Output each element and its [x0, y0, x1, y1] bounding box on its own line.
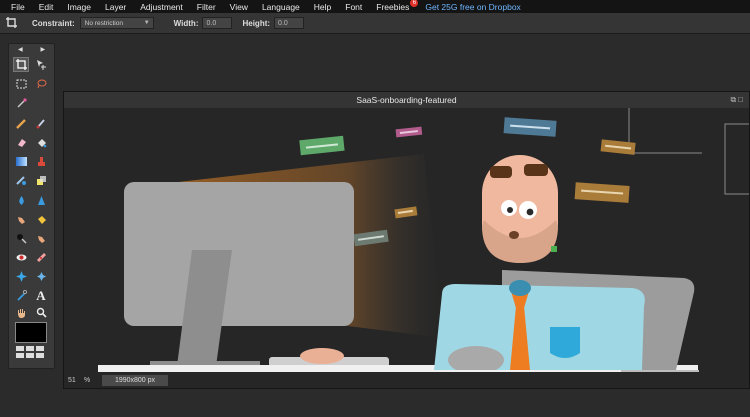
- menu-bar: File Edit Image Layer Adjustment Filter …: [0, 0, 750, 13]
- foreground-color-swatch[interactable]: [15, 322, 47, 343]
- arrow-right-icon[interactable]: ▶: [40, 46, 45, 53]
- pencil-tool-icon[interactable]: [13, 116, 29, 131]
- brush-tool-icon[interactable]: [33, 116, 49, 131]
- canvas[interactable]: [64, 108, 749, 372]
- image-dimensions: 1990x800 px: [102, 374, 168, 386]
- menu-file[interactable]: File: [0, 2, 32, 12]
- arrow-left-icon[interactable]: ◀: [18, 46, 23, 53]
- dodge-tool-icon[interactable]: [13, 231, 29, 246]
- color-picker-icon[interactable]: [13, 288, 29, 303]
- menu-layer[interactable]: Layer: [98, 2, 133, 12]
- document-window: SaaS-onboarding-featured ⧉□ 51 % 1990x80…: [63, 91, 750, 389]
- status-bar: 51 % 1990x800 px: [64, 372, 749, 388]
- menu-adjustment[interactable]: Adjustment: [133, 2, 190, 12]
- constraint-value: No restriction: [84, 19, 123, 27]
- menu-image[interactable]: Image: [60, 2, 98, 12]
- blur-tool-icon[interactable]: [13, 193, 29, 208]
- height-field[interactable]: 0.0: [274, 17, 305, 29]
- menu-filter[interactable]: Filter: [190, 2, 223, 12]
- tool-panel: ◀ ▶ A: [8, 43, 55, 369]
- hand-tool-icon[interactable]: [13, 305, 29, 320]
- drawing-tool-icon[interactable]: [33, 173, 49, 188]
- sharpen-tool-icon[interactable]: [33, 193, 49, 208]
- menu-edit[interactable]: Edit: [32, 2, 61, 12]
- layout-grid-icon[interactable]: [16, 346, 46, 358]
- zoom-tool-icon[interactable]: [33, 305, 49, 320]
- eraser-tool-icon[interactable]: [13, 135, 29, 150]
- red-eye-tool-icon[interactable]: [13, 250, 29, 265]
- dropbox-promo-link[interactable]: Get 25G free on Dropbox: [416, 2, 527, 12]
- width-field[interactable]: 0.0: [202, 17, 233, 29]
- constraint-label: Constraint:: [32, 18, 75, 28]
- sponge-tool-icon[interactable]: [33, 212, 49, 227]
- menu-view[interactable]: View: [223, 2, 255, 12]
- smudge-tool-icon[interactable]: [13, 212, 29, 227]
- spot-heal-tool-icon[interactable]: [33, 250, 49, 265]
- burn-tool-icon[interactable]: [33, 231, 49, 246]
- wand-tool-icon[interactable]: [13, 95, 29, 110]
- menu-freebies-label: Freebies: [376, 1, 410, 12]
- window-controls: ⧉□: [730, 92, 745, 108]
- close-icon[interactable]: □: [738, 95, 745, 104]
- chevron-down-icon: ▼: [143, 20, 150, 26]
- canvas-image: [64, 108, 749, 372]
- restore-icon[interactable]: ⧉: [730, 95, 738, 104]
- menu-language[interactable]: Language: [255, 2, 307, 12]
- stamp-tool-icon[interactable]: [33, 154, 49, 169]
- fill-tool-icon[interactable]: [33, 135, 49, 150]
- document-title: SaaS-onboarding-featured: [356, 95, 457, 105]
- gradient-tool-icon[interactable]: [13, 154, 29, 169]
- width-label: Width:: [173, 18, 199, 28]
- height-label: Height:: [242, 18, 271, 28]
- zoom-value[interactable]: 51: [64, 377, 84, 384]
- lasso-tool-icon[interactable]: [33, 76, 49, 91]
- constraint-select[interactable]: No restriction ▼: [79, 17, 154, 29]
- marquee-tool-icon[interactable]: [13, 76, 29, 91]
- crop-tool-icon[interactable]: [13, 57, 29, 72]
- zoom-unit: %: [84, 376, 91, 384]
- options-bar: Constraint: No restriction ▼ Width: 0.0 …: [0, 13, 750, 34]
- panel-collapse-arrows[interactable]: ◀ ▶: [9, 44, 54, 53]
- document-titlebar[interactable]: SaaS-onboarding-featured ⧉□: [64, 92, 749, 108]
- replace-color-icon[interactable]: [13, 173, 29, 188]
- bloat-tool-icon[interactable]: [13, 269, 29, 284]
- move-tool-icon[interactable]: [33, 57, 49, 72]
- type-tool-icon[interactable]: A: [33, 288, 49, 303]
- menu-font[interactable]: Font: [338, 2, 369, 12]
- crop-options-icon: [6, 16, 20, 30]
- pinch-tool-icon[interactable]: [33, 269, 49, 284]
- menu-freebies[interactable]: Freebies 6: [369, 0, 419, 12]
- menu-help[interactable]: Help: [307, 2, 338, 12]
